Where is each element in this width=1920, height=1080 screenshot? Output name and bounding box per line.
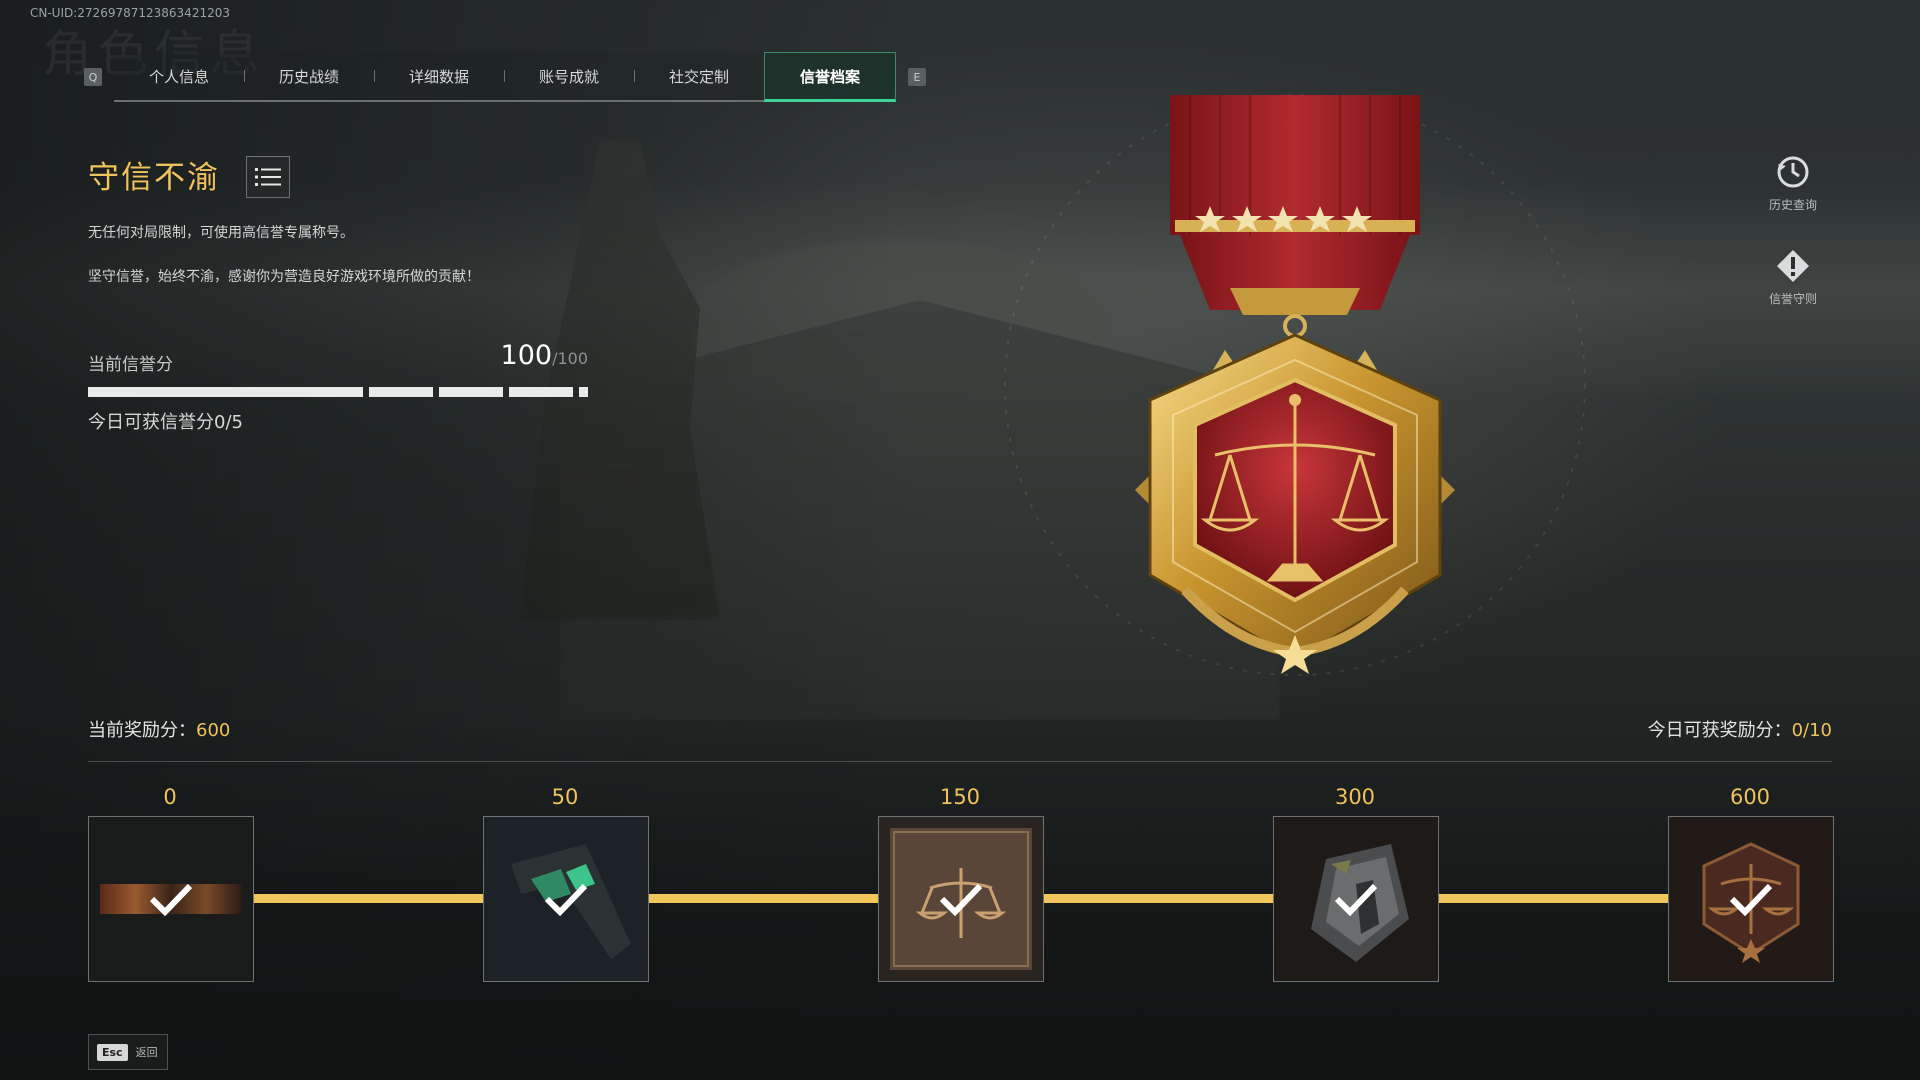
esc-key-hint: Esc bbox=[97, 1043, 128, 1061]
daily-reward-label: 今日可获奖励分： bbox=[1647, 720, 1792, 741]
credit-score-max: /100 bbox=[552, 349, 588, 368]
honor-benefit-text: 无任何对局限制，可使用高信誉专属称号。 bbox=[88, 225, 354, 241]
clock-history-icon bbox=[1777, 156, 1809, 188]
next-tab-key-hint[interactable]: E bbox=[908, 68, 926, 86]
tab-detailed-stats[interactable]: 详细数据 bbox=[374, 52, 504, 100]
tab-bar: 个人信息 历史战绩 详细数据 账号成就 社交定制 信誉档案 bbox=[114, 52, 896, 102]
milestone-item: 50 bbox=[483, 780, 649, 982]
current-reward-value: 600 bbox=[196, 720, 231, 741]
credit-score-label: 当前信誉分 bbox=[88, 355, 173, 375]
user-uid: CN-UID:27269787123863421203 bbox=[30, 6, 230, 20]
honor-medal bbox=[985, 70, 1605, 690]
milestone-item: 0 bbox=[88, 780, 254, 982]
tab-match-history[interactable]: 历史战绩 bbox=[244, 52, 374, 100]
checkmark-icon bbox=[149, 883, 193, 917]
milestone-reward-card[interactable] bbox=[878, 816, 1044, 982]
daily-reward-value: 0/10 bbox=[1791, 720, 1832, 741]
warning-diamond-icon bbox=[1777, 250, 1809, 282]
back-label: 返回 bbox=[135, 1046, 158, 1059]
reward-milestones: 0 50 150 300 600 bbox=[88, 780, 1834, 982]
checkmark-icon bbox=[939, 883, 983, 917]
milestone-points: 0 bbox=[163, 785, 177, 809]
honor-list-button[interactable] bbox=[246, 156, 290, 198]
milestone-track bbox=[647, 894, 878, 903]
back-button[interactable]: Esc 返回 bbox=[88, 1034, 168, 1070]
credit-rules-button[interactable]: 信誉守则 bbox=[1753, 248, 1833, 307]
milestone-item: 300 bbox=[1273, 780, 1439, 982]
milestone-points: 600 bbox=[1729, 785, 1771, 809]
tab-personal-info[interactable]: 个人信息 bbox=[114, 52, 244, 100]
milestone-reward-card[interactable] bbox=[88, 816, 254, 982]
honor-level-title: 守信不渝 bbox=[88, 160, 220, 196]
history-query-button[interactable]: 历史查询 bbox=[1753, 154, 1833, 213]
list-icon bbox=[255, 168, 281, 186]
milestone-reward-card[interactable] bbox=[483, 816, 649, 982]
credit-score-current: 100 bbox=[500, 340, 553, 371]
tab-navigation: Q 个人信息 历史战绩 详细数据 账号成就 社交定制 信誉档案 E bbox=[84, 52, 926, 102]
milestone-points: 150 bbox=[939, 785, 981, 809]
checkmark-icon bbox=[1334, 883, 1378, 917]
milestone-points: 300 bbox=[1334, 785, 1376, 809]
milestone-track bbox=[1437, 894, 1668, 903]
milestone-reward-card[interactable] bbox=[1273, 816, 1439, 982]
credit-score-bar bbox=[88, 387, 588, 397]
honor-thanks-text: 坚守信誉，始终不渝，感谢你为营造良好游戏环境所做的贡献！ bbox=[88, 269, 480, 285]
tab-credit-record[interactable]: 信誉档案 bbox=[764, 52, 896, 102]
tab-achievements[interactable]: 账号成就 bbox=[504, 52, 634, 100]
current-reward-points: 当前奖励分：600 bbox=[88, 716, 230, 742]
tab-social-custom[interactable]: 社交定制 bbox=[634, 52, 764, 100]
milestone-item: 150 bbox=[878, 780, 1044, 982]
rewards-divider bbox=[88, 761, 1832, 762]
checkmark-icon bbox=[544, 883, 588, 917]
milestone-track bbox=[1042, 894, 1273, 903]
current-reward-label: 当前奖励分： bbox=[88, 720, 196, 741]
daily-credit-gain: 今日可获信誉分0/5 bbox=[88, 412, 243, 433]
history-query-label: 历史查询 bbox=[1768, 198, 1817, 212]
credit-score-value: 100/100 bbox=[501, 340, 588, 371]
milestone-reward-card[interactable] bbox=[1668, 816, 1834, 982]
prev-tab-key-hint[interactable]: Q bbox=[84, 68, 102, 86]
daily-reward-points: 今日可获奖励分：0/10 bbox=[1648, 716, 1832, 742]
checkmark-icon bbox=[1729, 883, 1773, 917]
milestone-track bbox=[252, 894, 483, 903]
milestone-points: 50 bbox=[551, 785, 579, 809]
credit-rules-label: 信誉守则 bbox=[1768, 292, 1817, 306]
milestone-item: 600 bbox=[1668, 780, 1834, 982]
